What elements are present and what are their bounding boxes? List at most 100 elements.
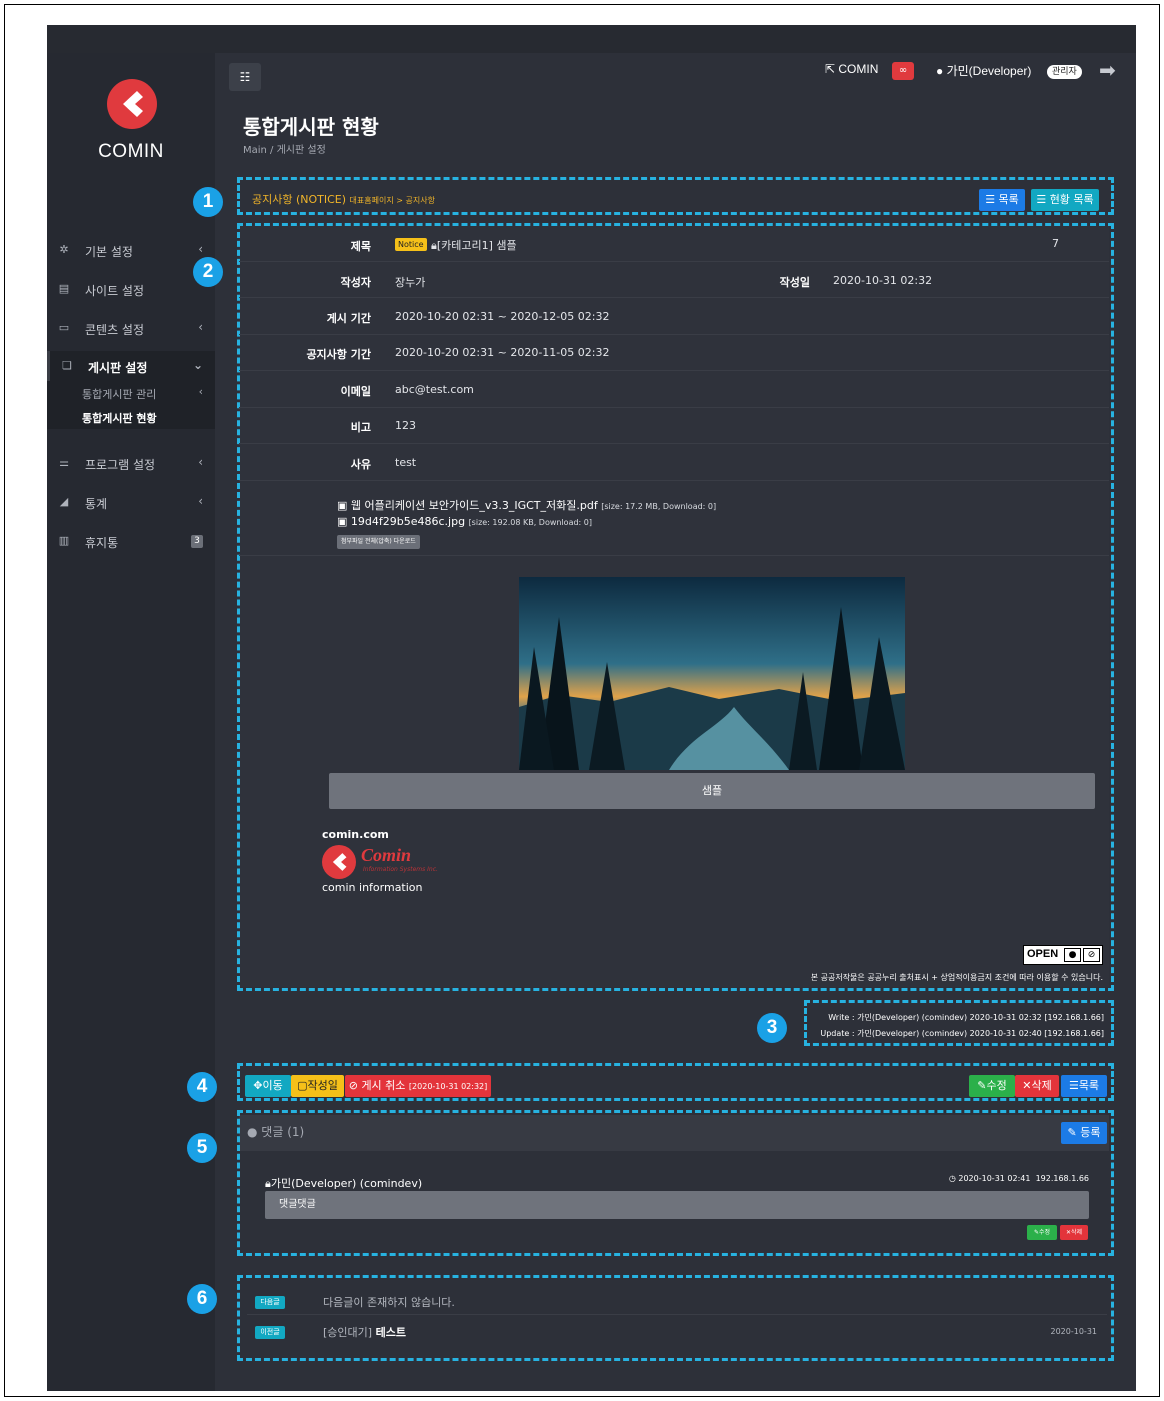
clock-icon: ◷ bbox=[948, 1174, 959, 1183]
brand-logo[interactable]: COMIN bbox=[47, 63, 215, 183]
move-button[interactable]: ✥이동 bbox=[245, 1075, 291, 1097]
divider bbox=[239, 261, 1109, 262]
comment-edit-button[interactable]: ✎수정 bbox=[1027, 1225, 1057, 1240]
unpublish-button[interactable]: ⊘ 게시 취소 [2020-10-31 02:32] bbox=[345, 1075, 491, 1097]
back-to-list-button[interactable]: ☰목록 bbox=[1061, 1075, 1107, 1097]
list-button[interactable]: ☰ 목록 bbox=[979, 189, 1025, 211]
add-comment-label: 등록 bbox=[1080, 1126, 1101, 1139]
sidebar-item-site-settings[interactable]: ▤ 사이트 설정 bbox=[47, 274, 215, 306]
marker-3: 3 bbox=[757, 1013, 787, 1043]
unpublish-button-label: 게시 취소 bbox=[361, 1079, 406, 1092]
sidebar-item-board-settings[interactable]: ❏ 게시판 설정 ⌄ bbox=[47, 351, 215, 383]
logout-icon[interactable]: ➡ bbox=[1099, 58, 1116, 82]
site-link[interactable]: ⇱ COMIN bbox=[825, 62, 878, 76]
board-path: 공지사항 (NOTICE) 대표홈페이지 > 공지사항 bbox=[252, 191, 435, 207]
next-post-text: 다음글이 존재하지 않습니다. bbox=[323, 1296, 455, 1309]
comment-author: 🔒︎가민(Developer) (comindev) bbox=[265, 1175, 422, 1191]
comments-title-text: 댓글 (1) bbox=[261, 1125, 305, 1139]
download-all-button[interactable]: 첨부파일 전체(압축) 다운로드 bbox=[337, 535, 420, 549]
board-path-text: 대표홈페이지 > 공지사항 bbox=[349, 196, 435, 205]
comment-author-name: 가민(Developer) (comindev) bbox=[270, 1177, 423, 1190]
title-label: 제목 bbox=[350, 240, 371, 253]
divider bbox=[239, 555, 1109, 556]
marker-6: 6 bbox=[187, 1284, 217, 1314]
sidebar-item-statistics[interactable]: ◢ 통계 ‹ bbox=[47, 487, 215, 519]
chevron-left-icon: ‹ bbox=[198, 385, 203, 398]
date-button[interactable]: ▢작성일 bbox=[291, 1075, 344, 1097]
post-title: 🔒︎[카테고리1] 샘플 bbox=[431, 237, 517, 253]
page-title: 통합게시판 현황 bbox=[243, 115, 379, 139]
eye-slash-icon: ⊘ bbox=[348, 1079, 362, 1092]
divider bbox=[239, 297, 1109, 298]
author-value: 장누가 bbox=[395, 276, 426, 289]
sidebar-subitem-label: 통합게시판 관리 bbox=[82, 388, 157, 401]
gears-icon: ✲ bbox=[59, 243, 69, 256]
divider bbox=[239, 480, 1109, 481]
comment-date: 2020-10-31 02:41 bbox=[958, 1174, 1031, 1183]
list-icon: ☰ bbox=[1036, 193, 1050, 206]
sidebar-item-content-settings[interactable]: ▭ 콘텐츠 설정 ‹ bbox=[47, 313, 215, 345]
sidebar-item-label: 게시판 설정 bbox=[88, 361, 148, 375]
sidebar-item-label: 통계 bbox=[85, 497, 108, 511]
sitemap-icon: ⚌ bbox=[59, 456, 69, 469]
link-button[interactable]: ∞ bbox=[892, 62, 914, 80]
post-title-text: [카테고리1] 샘플 bbox=[436, 239, 517, 252]
status-list-button[interactable]: ☰ 현황 목록 bbox=[1031, 189, 1099, 211]
comments-title: ● 댓글 (1) bbox=[247, 1123, 304, 1140]
attachment-meta: [size: 17.2 MB, Download: 0] bbox=[601, 502, 717, 511]
sidebar-item-program-settings[interactable]: ⚌ 프로그램 설정 ‹ bbox=[47, 448, 215, 480]
file-image-icon: ▣ bbox=[337, 515, 351, 528]
divider bbox=[247, 1314, 1107, 1315]
divider bbox=[239, 443, 1109, 444]
edit-button[interactable]: ✎수정 bbox=[969, 1075, 1015, 1097]
chevron-left-icon: ‹ bbox=[198, 455, 203, 469]
screenshot-frame: COMIN ✲ 기본 설정 ‹ ▤ 사이트 설정 ▭ 콘텐츠 설정 ‹ ❏ 게시… bbox=[4, 4, 1160, 1397]
comment-text: 댓글댓글 bbox=[265, 1191, 1089, 1219]
user-name: 가민(Developer) bbox=[946, 64, 1032, 78]
trash-count-badge: 3 bbox=[191, 535, 203, 548]
sidebar-item-trash[interactable]: ▥ 휴지통 3 bbox=[47, 526, 215, 558]
author-label: 작성자 bbox=[340, 276, 371, 289]
reason-label: 사유 bbox=[350, 458, 371, 471]
sidebar-item-label: 기본 설정 bbox=[85, 245, 133, 259]
open-mark: OPEN bbox=[1027, 948, 1059, 960]
post-image bbox=[519, 577, 905, 770]
logo-mark-icon bbox=[107, 79, 157, 129]
sidebar-item-label: 휴지통 bbox=[85, 536, 119, 550]
edit-button-label: 수정 bbox=[986, 1079, 1007, 1092]
sidebar-item-label: 사이트 설정 bbox=[85, 284, 145, 298]
brand-tagline: Information Systems Inc. bbox=[363, 866, 438, 873]
menu-toggle-button[interactable]: ☷ bbox=[229, 63, 261, 91]
list-button-label: 목록 bbox=[998, 193, 1019, 206]
comin-logo-icon bbox=[322, 845, 356, 879]
prev-post-tag: 이전글 bbox=[255, 1326, 285, 1339]
notice-period-label: 공지사항 기간 bbox=[306, 348, 371, 361]
comment-ip: 192.168.1.66 bbox=[1035, 1174, 1089, 1183]
breadcrumb: Main / 게시판 설정 bbox=[243, 145, 326, 156]
next-post-tag: 다음글 bbox=[255, 1296, 285, 1309]
unpublish-date: [2020-10-31 02:32] bbox=[408, 1082, 488, 1091]
period-label: 게시 기간 bbox=[326, 312, 371, 325]
attachment-name: 19d4f29b5e486c.jpg bbox=[350, 515, 466, 528]
reason-value: test bbox=[395, 456, 417, 469]
view-count: 7 bbox=[1052, 237, 1059, 250]
license-text: 본 공공저작물은 공공누리 출처표시 + 상업적이용금지 조건에 따라 이용할 … bbox=[810, 973, 1103, 982]
comment-meta: ◷ 2020-10-31 02:41 192.168.1.66 bbox=[927, 1174, 1089, 1183]
role-badge: 관리자 bbox=[1047, 65, 1082, 79]
delete-button[interactable]: ✕삭제 bbox=[1015, 1075, 1059, 1097]
sidebar-subitem-board-manage[interactable]: 통합게시판 관리 ‹ bbox=[47, 381, 215, 405]
attachment-link[interactable]: ▣ 웹 어플리케이션 보안가이드_v3.3_IGCT_저화질.pdf [size… bbox=[337, 497, 716, 513]
noncommercial-icon: ⊘ bbox=[1083, 948, 1100, 962]
comment-delete-button[interactable]: ✕삭제 bbox=[1060, 1225, 1088, 1240]
marker-5: 5 bbox=[187, 1133, 217, 1163]
trash-icon: ▥ bbox=[58, 534, 70, 547]
user-menu[interactable]: ● 가민(Developer) bbox=[936, 62, 1031, 79]
sidebar-subitem-board-status[interactable]: 통합게시판 현황 bbox=[47, 405, 215, 429]
add-comment-button[interactable]: ✎ 등록 bbox=[1061, 1122, 1107, 1144]
attachment-link[interactable]: ▣ 19d4f29b5e486c.jpg [size: 192.08 KB, D… bbox=[337, 515, 592, 528]
comment-edit-label: 수정 bbox=[1038, 1229, 1051, 1236]
site-link-label: COMIN bbox=[838, 62, 879, 76]
prev-post-link[interactable]: [승인대기] 테스트 bbox=[323, 1324, 406, 1340]
date-button-label: 작성일 bbox=[307, 1079, 338, 1092]
sidebar-item-basic-settings[interactable]: ✲ 기본 설정 ‹ bbox=[47, 235, 215, 267]
